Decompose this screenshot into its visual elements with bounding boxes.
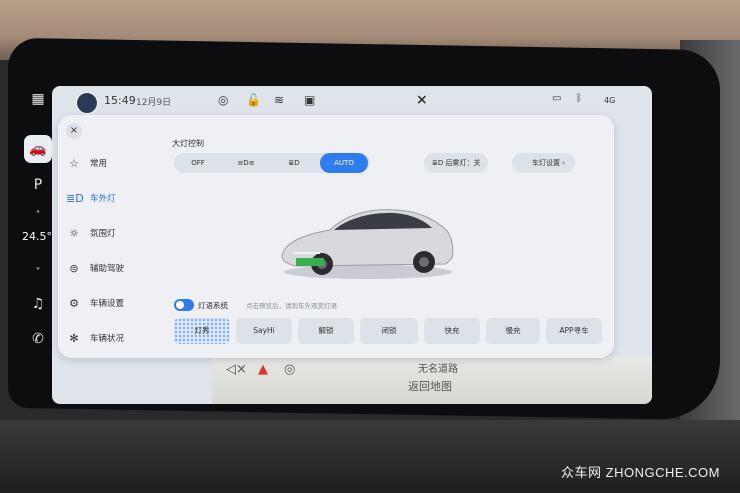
mode-position-light-button[interactable]: ≡D≡ <box>222 153 270 173</box>
unlock-icon[interactable]: 🔓 <box>246 93 261 107</box>
bluetooth-icon: ᛒ <box>576 93 582 104</box>
sidebar-item-driver-assist[interactable]: ⊜ 辅助驾驶 <box>66 257 124 279</box>
light-language-hint: 点击预览后，请到车外观赏灯语 <box>246 302 337 310</box>
avatar[interactable] <box>76 92 98 114</box>
light-language-row: 灯语系统 点击预览后，请到车外观赏灯语 <box>174 299 337 311</box>
brand-logo: ⨯ <box>416 92 428 108</box>
light-settings-button[interactable]: 车灯设置 › <box>512 153 576 173</box>
car-image <box>281 209 454 279</box>
sidebar-item-vehicle-status[interactable]: ✻ 车辆状况 <box>66 327 124 349</box>
mute-icon[interactable]: ◁× <box>226 362 247 377</box>
sidebar-item-ambient-lights[interactable]: ☼ 氛围灯 <box>66 222 116 244</box>
sidebar-item-common[interactable]: ☆ 常用 <box>66 152 107 174</box>
clock-time: 15:49 <box>104 94 136 107</box>
light-show-button[interactable]: 灯秀 <box>174 318 230 344</box>
sidebar-item-label: 氛围灯 <box>90 229 116 239</box>
wheel-icon: ✻ <box>69 331 79 345</box>
sidebar-item-label: 车外灯 <box>90 194 116 204</box>
car-icon[interactable]: 🚗 <box>24 135 52 163</box>
signal-text: 4G <box>604 96 616 105</box>
defrost-icon[interactable]: ≋ <box>274 93 284 107</box>
left-rail: ▦ 🚗 P ˄ 24.5° ˅ ♫ ✆ <box>18 91 54 395</box>
clock-date: 12月9日 <box>136 98 172 108</box>
light-language-toggle[interactable] <box>174 299 194 311</box>
sidebar-item-exterior-lights[interactable]: ≣D 车外灯 <box>66 187 116 209</box>
status-bar: 15:49 12月9日 ◎ 🔓 ≋ ▣ ⨯ ▭ ᛒ 4G <box>52 86 652 114</box>
return-map-button[interactable]: 返回地图 <box>408 378 452 394</box>
music-icon[interactable]: ♫ <box>24 290 52 318</box>
slow-charge-button[interactable]: 慢充 <box>486 318 540 344</box>
fog-light-label: 后雾灯：关 <box>445 159 481 167</box>
door-icon[interactable]: ▣ <box>304 93 315 107</box>
light-language-label: 灯语系统 <box>198 300 228 310</box>
dashboard-trim <box>0 420 740 493</box>
temperature: 24.5° <box>22 230 52 243</box>
position-light-icon: ≡D≡ <box>237 159 255 167</box>
fog-light-button[interactable]: ≣D 后雾灯：关 <box>424 153 489 173</box>
low-beam-icon: ≣D <box>288 159 300 167</box>
watermark: 众车网 ZHONGCHE.COM <box>561 465 720 480</box>
sidebar-item-label: 车辆设置 <box>90 299 125 309</box>
sidebar-item-label: 辅助驾驶 <box>90 264 125 274</box>
sidebar-item-vehicle-settings[interactable]: ⚙ 车辆设置 <box>66 292 124 314</box>
mode-auto-button[interactable]: AUTO <box>320 153 368 173</box>
road-name: 无名道路 <box>418 364 458 375</box>
mode-low-beam-button[interactable]: ≣D <box>270 153 318 173</box>
map-preview[interactable]: 无名道路 返回地图 ◁× ▲ ◎ <box>212 356 652 404</box>
sun-icon: ☼ <box>69 226 79 240</box>
headlight-mode-selector: OFF ≡D≡ ≣D AUTO <box>174 153 370 173</box>
gear-icon: ⚙ <box>69 296 79 310</box>
light-control-panel: × ☆ 常用 ≣D 车外灯 ☼ 氛围灯 ⊜ 辅助驾驶 ⚙ 车辆设置 ✻ 车辆状况… <box>58 115 614 358</box>
phone-icon[interactable]: ✆ <box>24 325 52 353</box>
close-button[interactable]: × <box>66 123 82 139</box>
battery-icon: ▭ <box>552 93 562 104</box>
unlock-light-button[interactable]: 解锁 <box>298 318 354 344</box>
mode-off-button[interactable]: OFF <box>174 153 222 173</box>
fog-light-icon: ≣D <box>432 159 446 167</box>
app-find-car-button[interactable]: APP寻车 <box>546 318 602 344</box>
sidebar-item-label: 车辆状况 <box>90 334 125 344</box>
target-icon[interactable]: ◎ <box>284 362 295 377</box>
steering-icon: ⊜ <box>69 261 79 275</box>
headlight-icon: ≣D <box>66 191 84 205</box>
temp-down-icon[interactable]: ˅ <box>24 258 52 286</box>
sayhi-button[interactable]: SayHi <box>236 318 292 344</box>
lock-light-button[interactable]: 闭锁 <box>360 318 418 344</box>
fast-charge-button[interactable]: 快充 <box>424 318 480 344</box>
light-settings-label: 车灯设置 <box>532 159 560 167</box>
temp-up-icon[interactable]: ˄ <box>24 201 52 229</box>
star-icon: ☆ <box>69 156 79 170</box>
chevron-right-icon: › <box>562 159 566 167</box>
assistant-icon[interactable]: ◎ <box>218 93 228 107</box>
navigation-icon[interactable]: ▲ <box>258 362 268 377</box>
parking-icon[interactable]: P <box>24 171 52 199</box>
apps-icon[interactable]: ▦ <box>24 85 52 113</box>
headlight-title: 大灯控制 <box>172 139 204 148</box>
sidebar-item-label: 常用 <box>90 159 108 169</box>
